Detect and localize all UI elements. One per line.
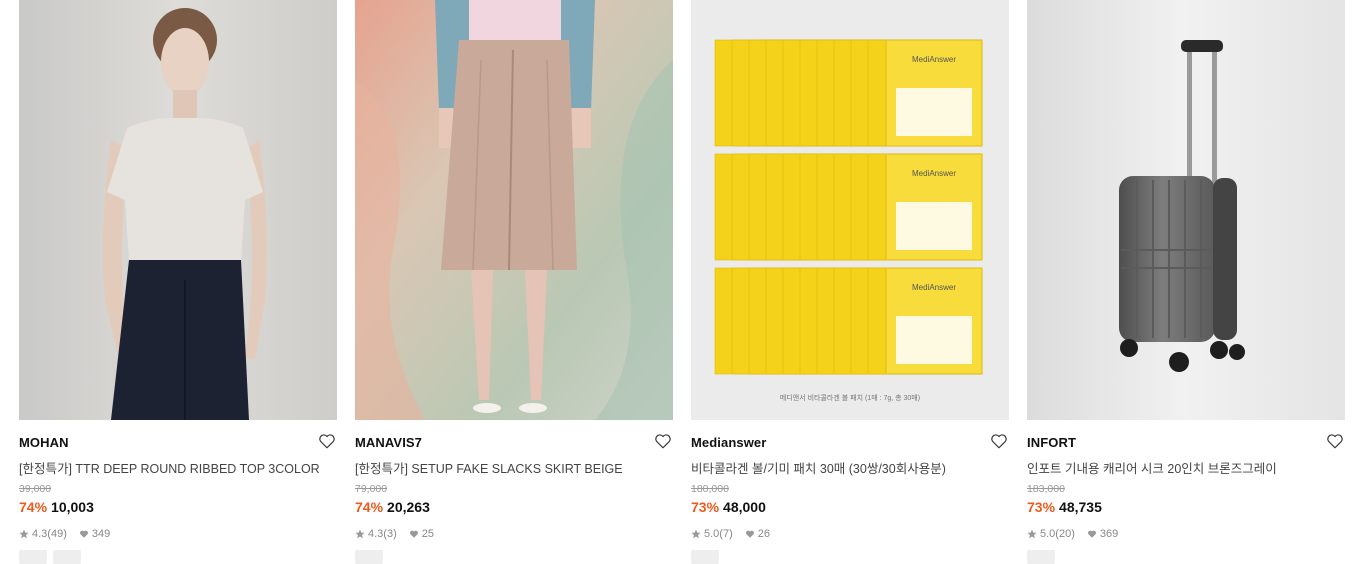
pack-brand-label: MediAnswer [912,169,956,178]
sale-price: 48,000 [723,499,766,515]
product-name[interactable]: [한정특가] TTR DEEP ROUND RIBBED TOP 3COLOR [19,458,337,477]
review-count: (7) [719,528,733,540]
rating-value: 5.0 [704,528,720,540]
patch-packs-photo: MediAnswer MediAnswer MediAnswer 메디앤서 비타콜라… [691,0,1009,420]
brand-name[interactable]: INFORT [1027,435,1076,450]
price-row: 74% 20,263 [355,499,430,515]
review-count: (49) [47,528,67,540]
heart-icon[interactable] [318,432,336,450]
patch-info-panel [896,316,972,364]
product-card[interactable]: MediAnswer MediAnswer MediAnswer 메디앤서 비타콜라… [691,0,1009,564]
sale-price: 48,735 [1059,499,1102,515]
pack-brand-label: MediAnswer [912,283,956,292]
star-icon [1027,529,1037,539]
heart-small-icon [409,530,418,538]
like-count: 26 [757,528,770,540]
product-image[interactable] [1027,0,1345,420]
product-card[interactable]: MOHAN [한정특가] TTR DEEP ROUND RIBBED TOP 3… [19,0,337,564]
star-icon [19,529,29,539]
tag-list [1027,550,1055,564]
pack-brand-label: MediAnswer [912,55,956,64]
product-name[interactable]: 비타콜라겐 볼/기미 패치 30매 (30쌍/30회사용분) [691,458,1009,477]
heart-small-icon [745,530,754,538]
product-card[interactable]: INFORT 인포트 기내용 캐리어 시크 20인치 브론즈그레이 183,00… [1027,0,1345,564]
discount-rate: 74% [355,499,384,515]
patch-info-panel [896,88,972,136]
original-price: 183,000 [1027,483,1065,495]
star-icon [355,529,365,539]
product-image[interactable] [355,0,673,420]
rating-likes: 4.3 (49) 349 [19,528,110,540]
original-price: 79,000 [355,483,388,495]
original-price: 180,000 [691,483,729,495]
tag [19,550,47,564]
like-count: 25 [421,528,434,540]
original-price: 39,000 [19,483,52,495]
review-count: (20) [1055,528,1075,540]
heart-small-icon [1087,530,1096,538]
image-caption: 메디앤서 비타콜라겐 볼 패치 (1매 : 7g, 총 30매) [780,393,920,402]
like-count: 369 [1099,528,1119,540]
woman-tshirt-photo [19,0,337,420]
tag-list [19,550,81,564]
product-name[interactable]: 인포트 기내용 캐리어 시크 20인치 브론즈그레이 [1027,458,1345,477]
rating-likes: 4.3 (3) 25 [355,528,434,540]
rating-value: 4.3 [368,528,384,540]
heart-icon[interactable] [1326,432,1344,450]
heart-small-icon [79,530,88,538]
tag [355,550,383,564]
rating-likes: 5.0 (20) 369 [1027,528,1118,540]
rating-value: 5.0 [1040,528,1056,540]
review-count: (3) [383,528,397,540]
brand-name[interactable]: MANAVIS7 [355,435,422,450]
patch-info-panel [896,202,972,250]
tag-list [691,550,719,564]
rating-value: 4.3 [32,528,48,540]
discount-rate: 73% [691,499,720,515]
brand-row: MOHAN [19,432,337,452]
brand-name[interactable]: Medianswer [691,435,766,450]
tag [53,550,81,564]
price-row: 73% 48,735 [1027,499,1102,515]
like-count: 349 [91,528,111,540]
product-image[interactable]: MediAnswer MediAnswer MediAnswer 메디앤서 비타콜라… [691,0,1009,420]
product-card[interactable]: MANAVIS7 [한정특가] SETUP FAKE SLACKS SKIRT … [355,0,673,564]
product-grid: MOHAN [한정특가] TTR DEEP ROUND RIBBED TOP 3… [0,0,1358,564]
heart-icon[interactable] [654,432,672,450]
suitcase-photo [1027,0,1345,420]
product-image[interactable] [19,0,337,420]
brand-name[interactable]: MOHAN [19,435,69,450]
tag [691,550,719,564]
sale-price: 10,003 [51,499,94,515]
brand-row: Medianswer [691,432,1009,452]
tag-list [355,550,383,564]
discount-rate: 74% [19,499,48,515]
tag [1027,550,1055,564]
brand-row: MANAVIS7 [355,432,673,452]
price-row: 74% 10,003 [19,499,94,515]
discount-rate: 73% [1027,499,1056,515]
rating-likes: 5.0 (7) 26 [691,528,770,540]
skirt-model-photo [355,0,673,420]
heart-icon[interactable] [990,432,1008,450]
brand-row: INFORT [1027,432,1345,452]
price-row: 73% 48,000 [691,499,766,515]
star-icon [691,529,701,539]
sale-price: 20,263 [387,499,430,515]
product-name[interactable]: [한정특가] SETUP FAKE SLACKS SKIRT BEIGE [355,458,673,477]
